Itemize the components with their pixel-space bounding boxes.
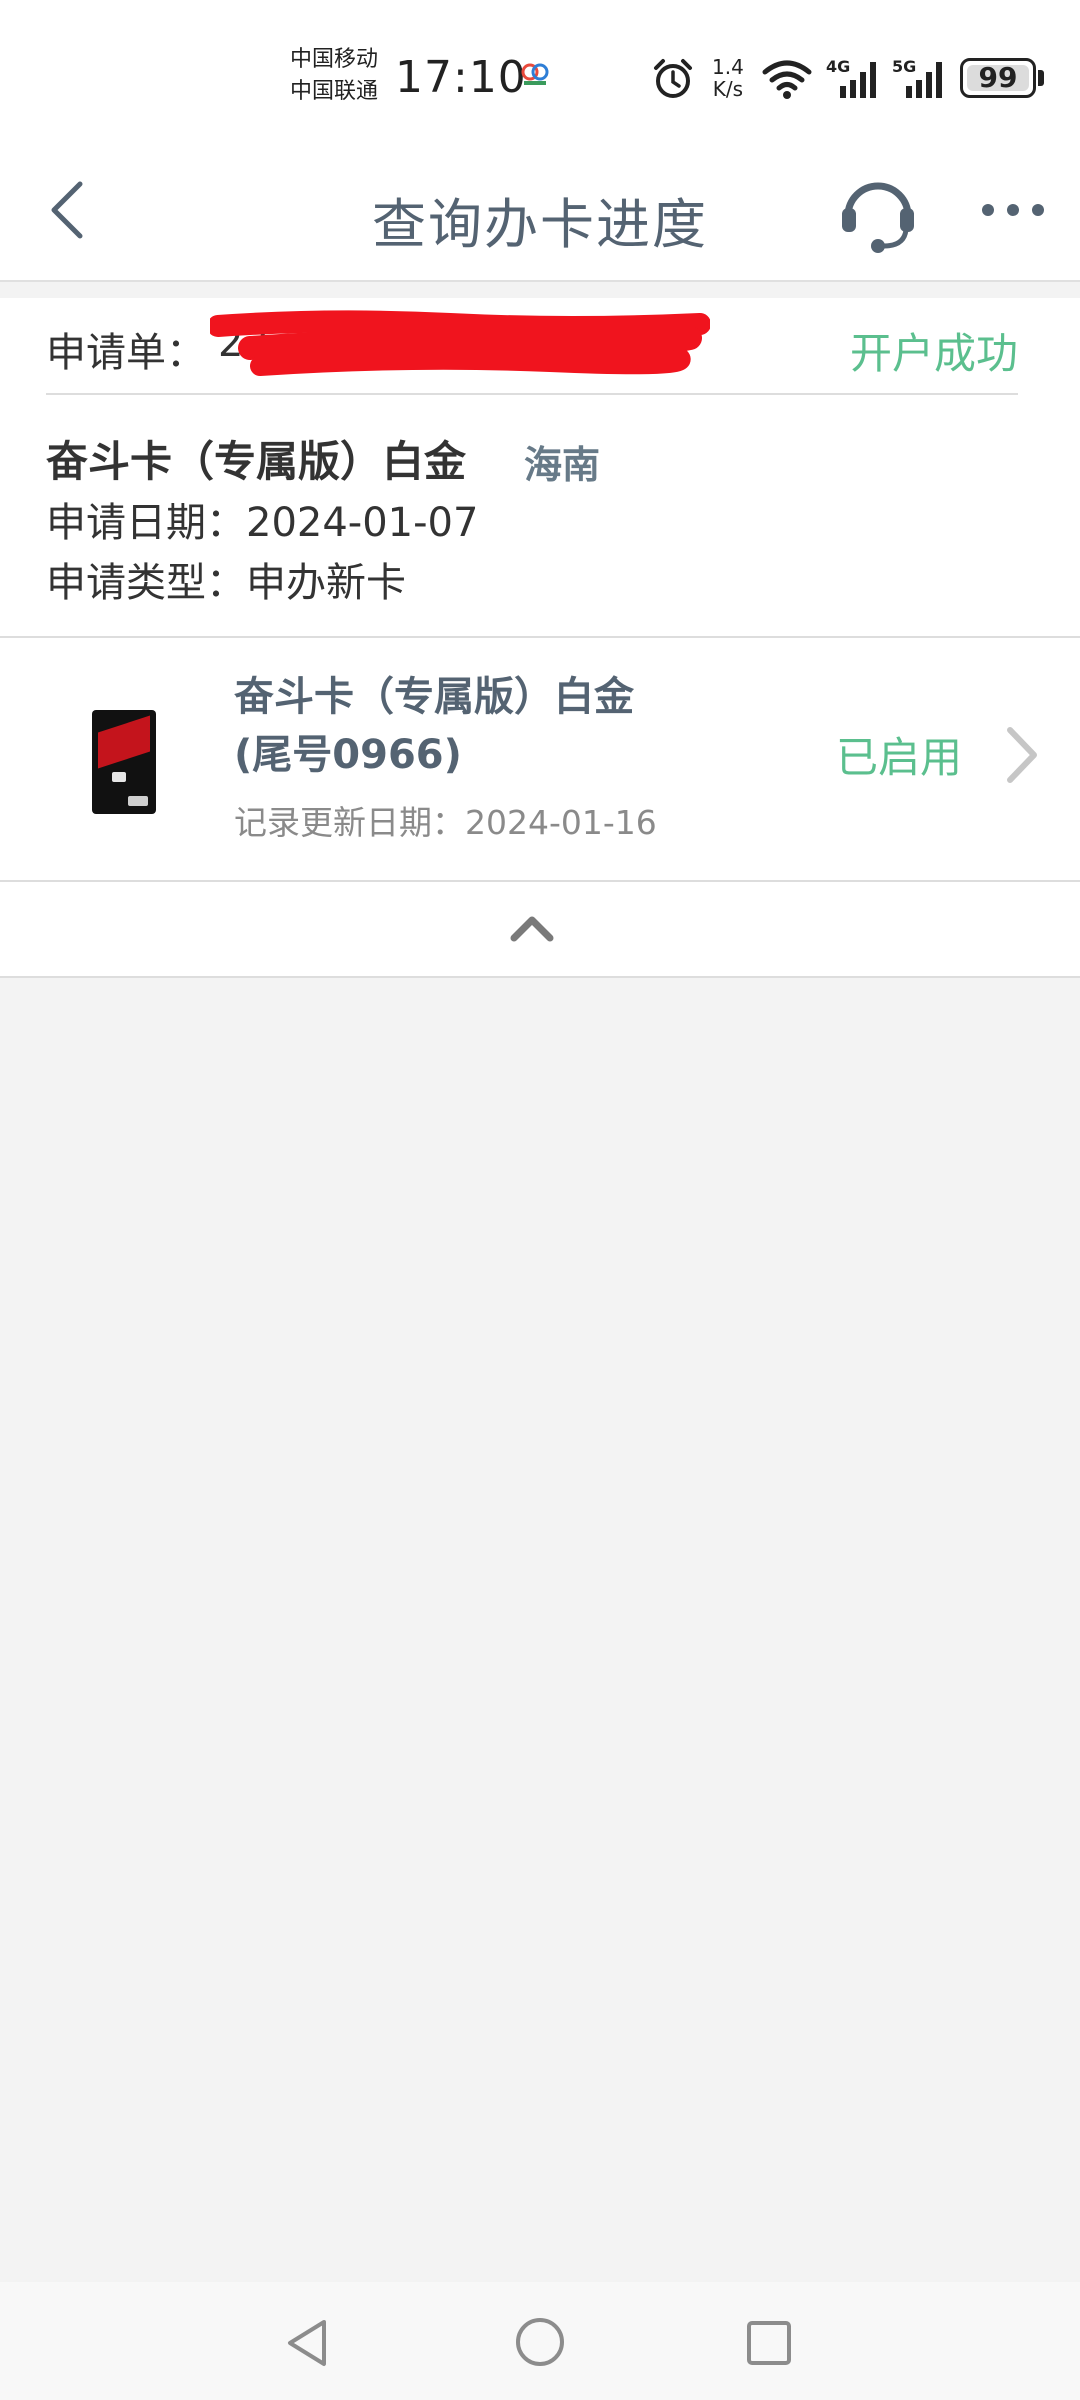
net-speed-value: 1.4 (712, 55, 744, 79)
status-bar: 中国移动 中国联通 17:10 1.4 K/s 4G 5G 99 (0, 0, 1080, 150)
order-label: 申请单： (46, 330, 206, 376)
battery-cap (1038, 70, 1044, 86)
nav-recent-icon[interactable] (744, 2318, 794, 2368)
carrier-top: 中国移动 (290, 47, 379, 72)
card-title-line2: (尾号0966) (234, 732, 462, 778)
alarm-icon (654, 59, 692, 98)
application-status: 开户成功 (849, 329, 1018, 378)
carrier-info: 中国移动 中国联通 (290, 44, 378, 108)
card-list-item[interactable]: 奋斗卡（专属版）白金 (尾号0966) 记录更新日期：2024-01-16 已启… (0, 638, 1080, 882)
application-summary: 申请单： 22 开户成功 奋斗卡（专属版）白金 海南 申请日期：2024-01-… (0, 298, 1080, 638)
battery-level: 99 (978, 61, 1018, 94)
system-nav-bar (0, 2282, 1080, 2400)
signal-4g-icon: 4G (826, 57, 876, 98)
battery-icon: 99 (960, 58, 1036, 98)
status-clock: 17:10 (395, 52, 527, 103)
chevron-up-icon[interactable] (508, 912, 556, 944)
signal-4g-label: 4G (826, 57, 850, 76)
signal-5g-icon: 5G (892, 57, 942, 98)
page-title: 查询办卡进度 (372, 193, 708, 256)
card-stripe (98, 715, 150, 769)
card-chip (112, 772, 126, 782)
card-thumbnail (92, 710, 156, 814)
nav-back-icon[interactable] (282, 2316, 332, 2370)
wifi-icon (762, 60, 812, 99)
card-update-date: 记录更新日期：2024-01-16 (234, 803, 657, 842)
card-status: 已启用 (836, 733, 963, 782)
apply-date: 申请日期：2024-01-07 (46, 500, 479, 546)
headset-icon[interactable] (838, 168, 918, 258)
app-notification-icon (521, 63, 549, 85)
card-title-line1: 奋斗卡（专属版）白金 (234, 674, 634, 720)
more-icon[interactable] (978, 190, 1048, 230)
signal-5g-label: 5G (892, 57, 916, 76)
net-speed-unit: K/s (712, 77, 744, 101)
card-product-name: 奋斗卡（专属版）白金 (46, 437, 467, 486)
collapse-toggle[interactable] (0, 882, 1080, 978)
carrier-bottom: 中国联通 (290, 79, 379, 104)
net-speed: 1.4 K/s (712, 56, 744, 100)
apply-type: 申请类型：申办新卡 (46, 560, 406, 606)
divider (46, 393, 1018, 395)
card-logo (128, 796, 148, 806)
region-tag: 海南 (524, 443, 601, 487)
nav-header: 查询办卡进度 (0, 150, 1080, 282)
card-title: 奋斗卡（专属版）白金 (尾号0966) (234, 668, 634, 784)
redaction-scribble (210, 310, 710, 376)
chevron-right-icon[interactable] (1004, 724, 1040, 786)
nav-home-icon[interactable] (514, 2316, 566, 2368)
